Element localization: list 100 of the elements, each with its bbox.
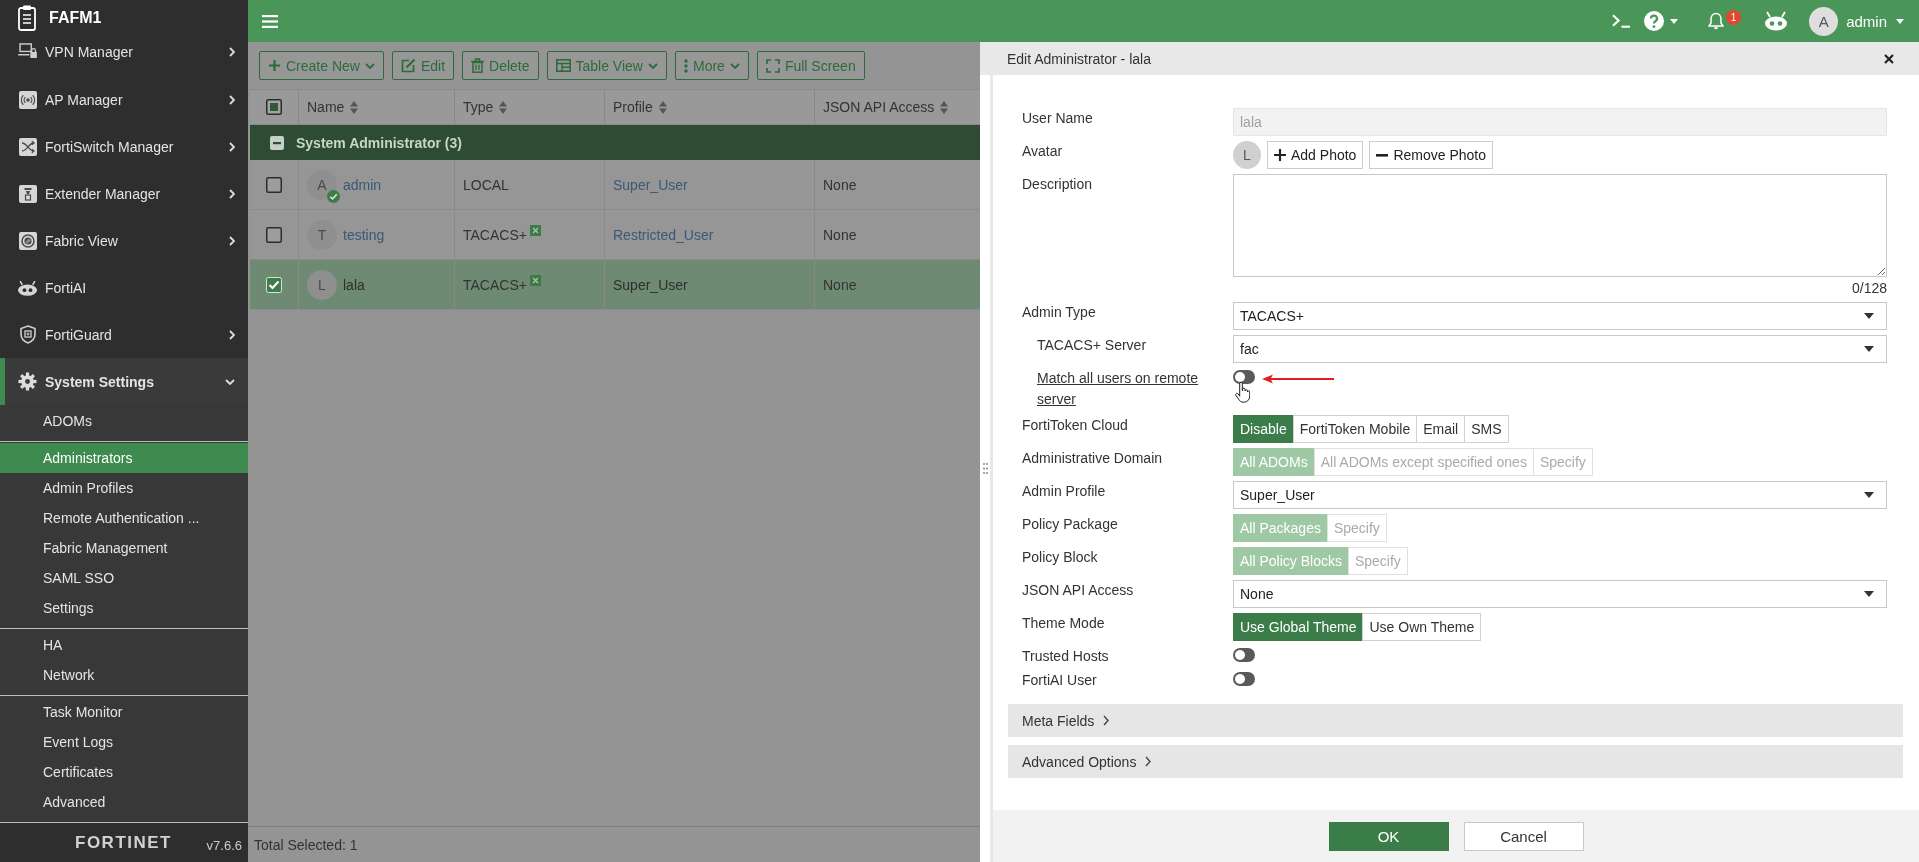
- sidebar-item[interactable]: VPN Manager: [0, 36, 248, 76]
- toggle-switch[interactable]: [1233, 648, 1255, 662]
- segment-option[interactable]: Disable: [1233, 415, 1294, 443]
- caret-icon: [1864, 492, 1874, 498]
- checkbox[interactable]: [266, 176, 282, 193]
- caret-icon: [1864, 346, 1874, 352]
- bell-icon[interactable]: [1708, 12, 1725, 30]
- dropdown-field[interactable]: Super_User: [1233, 481, 1887, 509]
- version-label: v7.6.6: [206, 837, 242, 853]
- submenu-item[interactable]: Certificates: [0, 757, 248, 787]
- caret-icon[interactable]: [1896, 18, 1904, 24]
- submenu-item[interactable]: Fabric Management: [0, 533, 248, 563]
- sidebar-item[interactable]: System Settings: [0, 358, 248, 405]
- user-avatar[interactable]: A: [1809, 6, 1839, 36]
- plus-icon: [268, 59, 281, 72]
- table-cell: None: [823, 226, 857, 243]
- column-header[interactable]: Type: [454, 90, 604, 124]
- submenu-item[interactable]: Remote Authentication ...: [0, 503, 248, 533]
- submenu-item[interactable]: Event Logs: [0, 727, 248, 757]
- field-label: Policy Package: [1022, 515, 1118, 534]
- segment-option[interactable]: Use Own Theme: [1362, 613, 1482, 641]
- table-row[interactable]: T testing TACACS+ Restricted_User None: [250, 210, 980, 260]
- table-row[interactable]: L lala TACACS+ Super_User None: [250, 260, 980, 310]
- submenu-item[interactable]: ADOMs: [0, 406, 248, 436]
- field-label: Trusted Hosts: [1022, 647, 1109, 665]
- checkbox[interactable]: [266, 99, 282, 115]
- profile-link[interactable]: Super_User: [613, 276, 688, 293]
- user-avatar: L: [307, 269, 337, 300]
- dropdown-field[interactable]: TACACS+: [1233, 302, 1887, 330]
- help-icon[interactable]: [1644, 11, 1665, 31]
- segment-option[interactable]: Email: [1416, 415, 1466, 443]
- table-cell: None: [823, 176, 857, 193]
- field-label: TACACS+ Server: [1037, 336, 1147, 355]
- field-label: Theme Mode: [1022, 614, 1105, 633]
- photo-button[interactable]: Remove Photo: [1369, 141, 1493, 169]
- section-header[interactable]: Meta Fields: [1008, 704, 1903, 737]
- dialog-title: Edit Administrator - lala: [1007, 50, 1152, 67]
- segment-option[interactable]: Use Global Theme: [1233, 613, 1364, 641]
- section-header[interactable]: Advanced Options: [1008, 745, 1903, 778]
- terminal-icon[interactable]: [1612, 14, 1632, 28]
- segment-option[interactable]: FortiToken Mobile: [1292, 415, 1418, 443]
- user-name[interactable]: admin: [1846, 12, 1887, 30]
- submenu-item[interactable]: Task Monitor: [0, 697, 248, 727]
- shield-icon: [19, 325, 36, 344]
- status-text: Total Selected: 1: [254, 836, 358, 853]
- resize-grip-icon[interactable]: [982, 463, 988, 474]
- vertical-dots-icon: [683, 58, 688, 73]
- brand-logo: FORTINET: [75, 832, 172, 853]
- caret-icon: [1864, 313, 1874, 319]
- fullscreen-icon: [765, 58, 780, 73]
- submenu-item[interactable]: Network: [0, 660, 248, 690]
- field-label: FortiAI User: [1022, 671, 1097, 689]
- field-label: Admin Profile: [1022, 482, 1106, 501]
- field-label: Description: [1022, 175, 1093, 194]
- menu-icon[interactable]: [262, 14, 278, 28]
- submenu-item[interactable]: HA: [0, 630, 248, 660]
- field-label: Admin Type: [1022, 303, 1096, 322]
- table-cell: TACACS+: [463, 276, 527, 293]
- sidebar-item[interactable]: Extender Manager: [0, 170, 248, 217]
- field-label: Administrative Domain: [1022, 449, 1163, 468]
- collapse-icon[interactable]: [270, 135, 284, 150]
- table-cell: None: [823, 276, 857, 293]
- checkbox[interactable]: [266, 226, 282, 243]
- submenu-item[interactable]: SAML SSO: [0, 563, 248, 593]
- submenu-item[interactable]: Administrators: [0, 443, 248, 473]
- close-icon[interactable]: [1884, 53, 1894, 64]
- sidebar-item[interactable]: FortiSwitch Manager: [0, 123, 248, 170]
- minus-icon: [1376, 153, 1389, 157]
- plus-icon: [1274, 149, 1286, 161]
- toggle-switch[interactable]: [1233, 672, 1255, 686]
- submenu-item[interactable]: Admin Profiles: [0, 473, 248, 503]
- dialog-button[interactable]: Cancel: [1463, 821, 1584, 851]
- caret-icon: [1864, 591, 1874, 597]
- sidebar-item[interactable]: AP Manager: [0, 76, 248, 123]
- table-icon: [555, 59, 571, 72]
- submenu-item[interactable]: Advanced: [0, 787, 248, 817]
- column-header[interactable]: Name: [298, 90, 454, 124]
- text-area-field[interactable]: [1233, 174, 1887, 277]
- sphere-icon: [18, 231, 37, 250]
- sidebar-item[interactable]: FortiAI: [0, 264, 248, 311]
- segment-option[interactable]: SMS: [1464, 415, 1509, 443]
- field-link[interactable]: Match all users on remote server: [1037, 368, 1217, 410]
- toggle-switch[interactable]: [1233, 370, 1255, 384]
- user-avatar: L: [1233, 141, 1261, 169]
- photo-button[interactable]: Add Photo: [1267, 141, 1364, 169]
- group-row[interactable]: System Administrator (3): [250, 125, 980, 160]
- name-link[interactable]: lala: [343, 276, 365, 293]
- column-header[interactable]: Profile: [604, 90, 814, 124]
- submenu-item[interactable]: Settings: [0, 593, 248, 623]
- sidebar-item[interactable]: Fabric View: [0, 217, 248, 264]
- field-label: User Name: [1022, 109, 1093, 128]
- dropdown-field[interactable]: None: [1233, 580, 1887, 608]
- field-label: Policy Block: [1022, 548, 1098, 567]
- caret-icon[interactable]: [1670, 18, 1679, 24]
- dialog-button[interactable]: OK: [1328, 821, 1449, 851]
- table-row[interactable]: A admin LOCAL Super_User None: [250, 160, 980, 210]
- dropdown-field[interactable]: fac: [1233, 335, 1887, 363]
- sidebar-item[interactable]: FortiGuard: [0, 311, 248, 358]
- user-avatar: T: [307, 219, 337, 250]
- robot-icon[interactable]: [1764, 11, 1789, 31]
